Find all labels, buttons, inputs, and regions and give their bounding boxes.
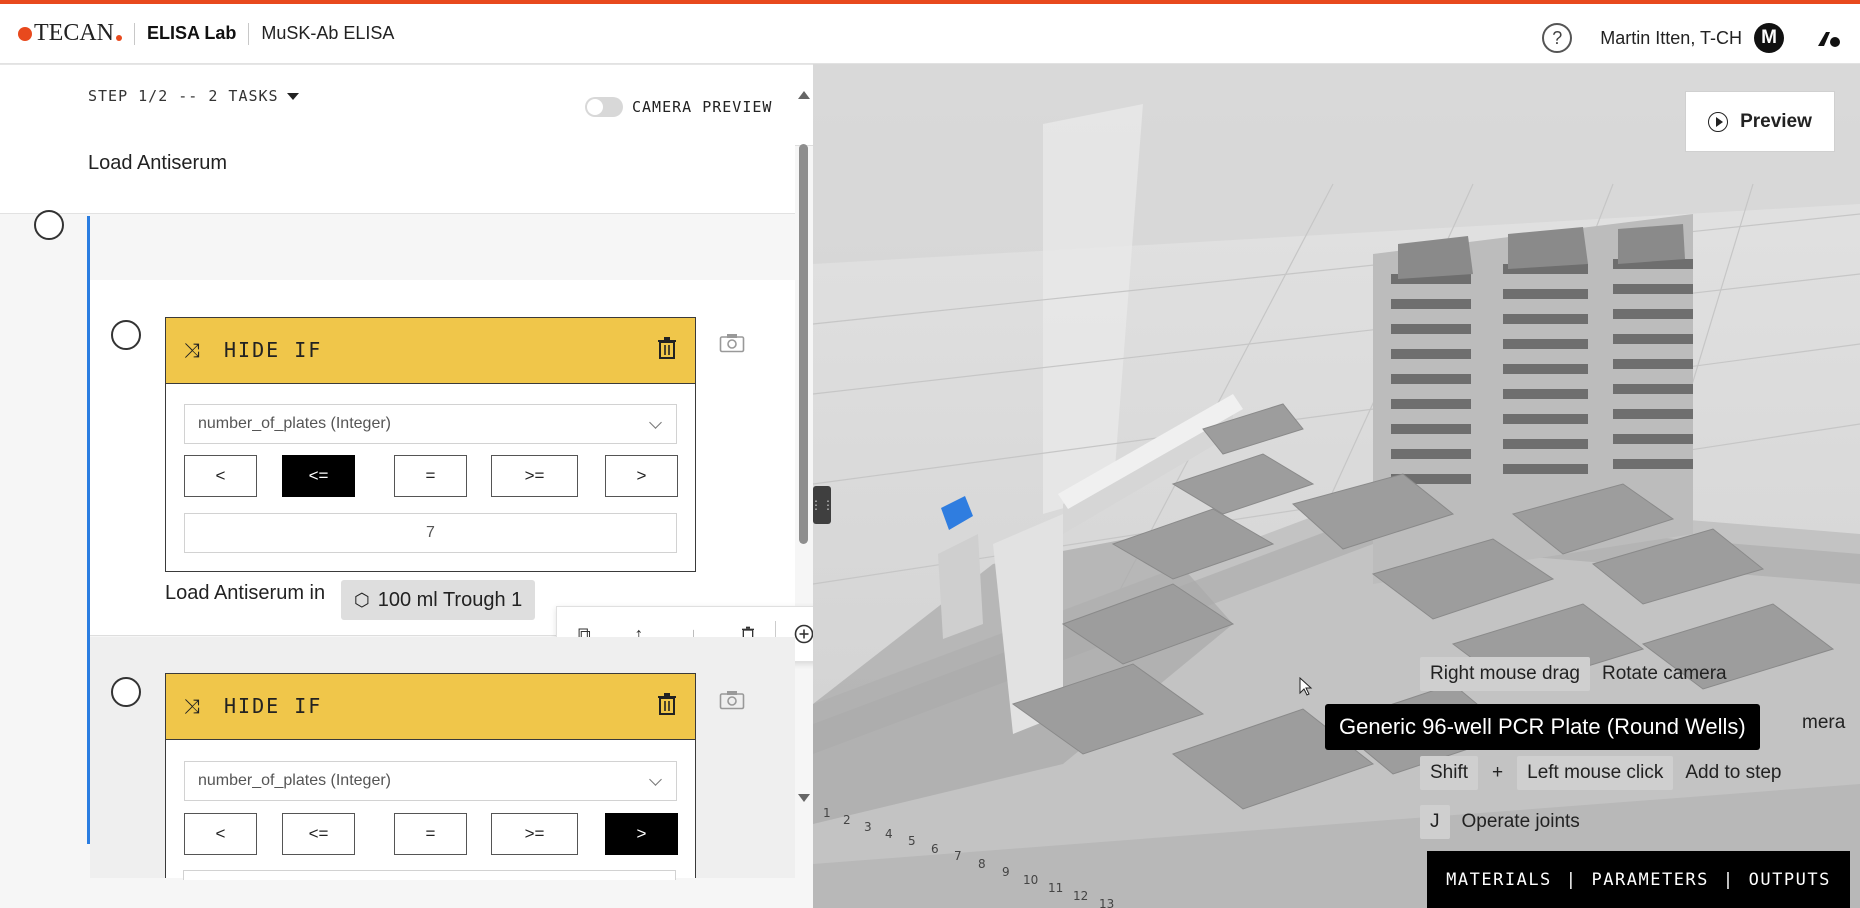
shuffle-icon: ⤨ bbox=[184, 340, 200, 362]
chevron-down-icon bbox=[649, 773, 662, 786]
operator-lt-button[interactable]: < bbox=[184, 813, 257, 855]
rail-number: 7 bbox=[954, 849, 962, 863]
cube-icon: ⬡ bbox=[354, 589, 370, 610]
operator-ge-button[interactable]: >= bbox=[491, 455, 578, 497]
camera-preview-label: CAMERA PREVIEW bbox=[632, 98, 773, 116]
header-divider bbox=[248, 22, 250, 45]
hint-key: Right mouse drag bbox=[1420, 657, 1590, 691]
hide-if-header: ⤨ HIDE IF bbox=[166, 318, 695, 384]
logo-tail-dot-icon bbox=[116, 34, 122, 41]
operator-le-button[interactable]: <= bbox=[282, 455, 355, 497]
tab-materials[interactable]: MATERIALS bbox=[1446, 870, 1552, 890]
logo-dot-icon bbox=[18, 26, 32, 41]
rail-number: 10 bbox=[1023, 873, 1038, 887]
hint-desc: Operate joints bbox=[1461, 811, 1580, 832]
hover-tooltip: Generic 96-well PCR Plate (Round Wells) bbox=[1325, 704, 1760, 750]
subtask-radio[interactable] bbox=[111, 320, 141, 350]
toggle-knob bbox=[587, 99, 603, 115]
rail-number: 6 bbox=[931, 842, 939, 856]
user-name[interactable]: Martin Itten, T-CH bbox=[1600, 28, 1742, 49]
hide-if-title: HIDE IF bbox=[224, 694, 323, 718]
bottom-tab-bar: MATERIALS | PARAMETERS | OUTPUTS bbox=[1427, 851, 1850, 908]
operator-gt-button[interactable]: > bbox=[605, 455, 678, 497]
hint-joints: J Operate joints bbox=[1420, 805, 1580, 839]
rail-number: 4 bbox=[885, 827, 893, 841]
step-header[interactable]: STEP 1/2 -- 2 TASKS bbox=[88, 87, 299, 105]
play-icon bbox=[1708, 111, 1729, 132]
task-title[interactable]: Load Antiserum bbox=[88, 152, 227, 175]
tecan-logo[interactable]: TECAN bbox=[18, 20, 122, 47]
rail-number: 5 bbox=[908, 834, 916, 848]
hint-desc: Add to step bbox=[1685, 762, 1782, 783]
preview-button[interactable]: Preview bbox=[1685, 91, 1835, 152]
scrollbar-thumb[interactable] bbox=[799, 144, 808, 544]
value-field-partial bbox=[183, 870, 676, 880]
chevron-down-icon bbox=[649, 416, 662, 429]
brand-icon[interactable] bbox=[1814, 24, 1842, 52]
rail-number: 12 bbox=[1073, 889, 1088, 903]
operator-ge-button[interactable]: >= bbox=[491, 813, 578, 855]
panel-resize-handle[interactable]: ⋮⋮ bbox=[810, 486, 834, 524]
parameter-select[interactable]: number_of_plates (Integer) bbox=[184, 761, 677, 801]
rail-number: 1 bbox=[823, 806, 831, 820]
mouse-cursor-icon bbox=[1299, 677, 1313, 696]
hint-key: J bbox=[1420, 805, 1450, 839]
hint-desc-partial: mera bbox=[1802, 712, 1846, 733]
condition-value-input[interactable]: 7 bbox=[184, 513, 677, 553]
shuffle-icon: ⤨ bbox=[184, 696, 200, 718]
logo-text: TECAN bbox=[34, 20, 114, 46]
tab-parameters[interactable]: PARAMETERS bbox=[1592, 870, 1709, 890]
camera-icon[interactable] bbox=[719, 333, 745, 353]
top-bar: TECAN ELISA Lab MuSK-Ab ELISA ? Martin I… bbox=[0, 0, 1860, 64]
tab-outputs[interactable]: OUTPUTS bbox=[1749, 870, 1831, 890]
hint-plus: + bbox=[1492, 762, 1504, 783]
operator-gt-button[interactable]: > bbox=[605, 813, 678, 855]
operator-eq-button[interactable]: = bbox=[394, 813, 467, 855]
protocol-name[interactable]: MuSK-Ab ELISA bbox=[261, 23, 394, 44]
operator-group: < <= = >= > bbox=[184, 813, 678, 855]
camera-icon[interactable] bbox=[719, 690, 745, 710]
header-user-area: ? Martin Itten, T-CH M bbox=[1542, 8, 1860, 68]
hint-desc: Rotate camera bbox=[1601, 663, 1727, 684]
load-description: Load Antiserum in bbox=[165, 582, 326, 604]
rail-number: 8 bbox=[978, 857, 986, 871]
scroll-up-icon[interactable] bbox=[798, 91, 810, 99]
help-icon[interactable]: ? bbox=[1542, 23, 1573, 53]
hint-key: Shift bbox=[1420, 756, 1479, 790]
rail-number: 9 bbox=[1002, 865, 1010, 879]
operator-lt-button[interactable]: < bbox=[184, 455, 257, 497]
hint-key: Left mouse click bbox=[1517, 756, 1674, 790]
trash-icon[interactable] bbox=[657, 692, 677, 716]
material-chip[interactable]: ⬡ 100 ml Trough 1 bbox=[341, 580, 536, 620]
trash-icon[interactable] bbox=[657, 336, 677, 360]
tab-separator: | bbox=[1565, 869, 1578, 890]
rail-number: 13 bbox=[1099, 897, 1114, 908]
camera-preview-toggle[interactable] bbox=[585, 97, 623, 117]
operator-group: < <= = >= > bbox=[184, 455, 678, 497]
hide-if-header: ⤨ HIDE IF bbox=[166, 674, 695, 740]
tab-separator: | bbox=[1722, 869, 1735, 890]
caret-down-icon bbox=[286, 93, 299, 100]
parameter-select[interactable]: number_of_plates (Integer) bbox=[184, 404, 677, 444]
avatar[interactable]: M bbox=[1754, 23, 1784, 53]
rail-number: 3 bbox=[864, 820, 872, 834]
operator-eq-button[interactable]: = bbox=[394, 455, 467, 497]
rail-number: 11 bbox=[1048, 881, 1063, 895]
scroll-down-icon[interactable] bbox=[798, 794, 810, 802]
app-name[interactable]: ELISA Lab bbox=[147, 23, 236, 44]
operator-le-button[interactable]: <= bbox=[282, 813, 355, 855]
subtask-radio[interactable] bbox=[111, 677, 141, 707]
hint-rotate: Right mouse drag Rotate camera bbox=[1420, 657, 1727, 691]
panel-bottom-edge bbox=[0, 878, 813, 908]
hint-add-to-step: Shift + Left mouse click Add to step bbox=[1420, 756, 1782, 790]
hide-if-card: ⤨ HIDE IF number_of_plates (Integer) < <… bbox=[165, 317, 696, 572]
header-divider bbox=[134, 22, 135, 45]
hide-if-title: HIDE IF bbox=[224, 338, 323, 362]
rail-number: 2 bbox=[843, 813, 851, 827]
task-radio[interactable] bbox=[34, 210, 64, 240]
